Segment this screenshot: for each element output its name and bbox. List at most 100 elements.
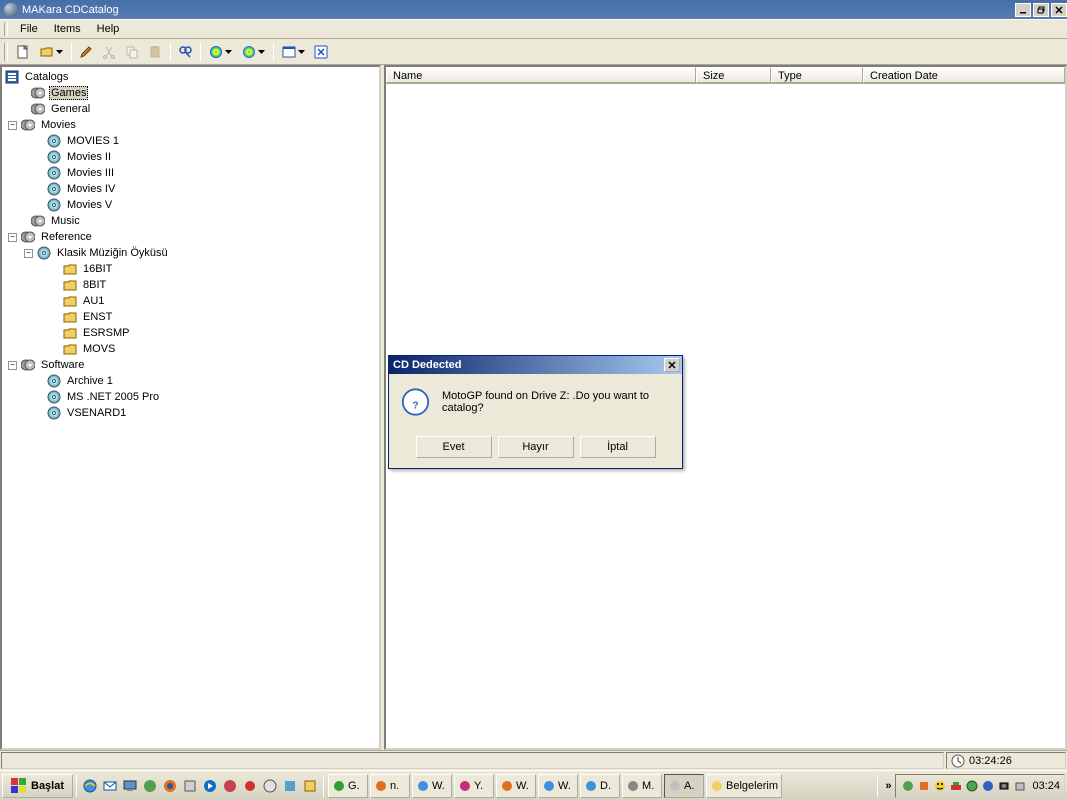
tree-movies4[interactable]: Movies IV — [65, 182, 117, 196]
ql-app3-icon[interactable] — [221, 777, 239, 795]
column-headers: Name Size Type Creation Date — [386, 67, 1065, 84]
tree-8bit[interactable]: 8BIT — [81, 278, 108, 292]
dialog-titlebar[interactable]: CD Dedected — [389, 356, 682, 374]
tree-movies3[interactable]: Movies III — [65, 166, 116, 180]
tray-icon[interactable] — [997, 779, 1011, 793]
tree-movies[interactable]: Movies — [39, 118, 78, 132]
delete-button[interactable] — [310, 41, 332, 63]
tray-icon[interactable] — [933, 779, 947, 793]
task-button[interactable]: M. — [622, 774, 662, 798]
restore-button[interactable] — [1033, 3, 1049, 17]
ql-app1-icon[interactable] — [141, 777, 159, 795]
task-app-icon — [584, 779, 598, 793]
expander-collapse-icon[interactable]: − — [8, 233, 17, 242]
tray-icon[interactable] — [901, 779, 915, 793]
task-button[interactable]: W. — [496, 774, 536, 798]
toolbar-grip[interactable] — [4, 43, 8, 61]
dialog-cancel-button[interactable]: İptal — [580, 436, 656, 458]
task-app-icon — [416, 779, 430, 793]
open-button[interactable] — [35, 41, 67, 63]
menu-help[interactable]: Help — [89, 21, 128, 37]
tree-enst[interactable]: ENST — [81, 310, 114, 324]
ql-outlook-icon[interactable] — [101, 777, 119, 795]
dialog-no-button[interactable]: Hayır — [498, 436, 574, 458]
close-button[interactable] — [1051, 3, 1067, 17]
tree-au1[interactable]: AU1 — [81, 294, 106, 308]
tree-software[interactable]: Software — [39, 358, 86, 372]
tree-archive1[interactable]: Archive 1 — [65, 374, 115, 388]
menubar-grip[interactable] — [4, 22, 8, 36]
ql-ie-icon[interactable] — [81, 777, 99, 795]
ql-app5-icon[interactable] — [281, 777, 299, 795]
tray-icon[interactable] — [965, 779, 979, 793]
ql-record-icon[interactable] — [241, 777, 259, 795]
task-app-icon — [542, 779, 556, 793]
tree-vsenard[interactable]: VSENARD1 — [65, 406, 128, 420]
status-panel-time: 03:24:26 — [946, 752, 1066, 769]
tree-reference[interactable]: Reference — [39, 230, 94, 244]
titlebar: MAKara CDCatalog — [0, 0, 1067, 19]
tree-music[interactable]: Music — [49, 214, 82, 228]
task-button[interactable]: W. — [412, 774, 452, 798]
tray-icon[interactable] — [949, 779, 963, 793]
tree-general[interactable]: General — [49, 102, 92, 116]
tree-esrsmp[interactable]: ESRSMP — [81, 326, 131, 340]
folder-icon — [62, 278, 78, 292]
copy-button[interactable] — [121, 41, 143, 63]
window-toggle-button[interactable] — [277, 41, 309, 63]
ql-firefox-icon[interactable] — [161, 777, 179, 795]
column-size[interactable]: Size — [696, 67, 771, 83]
taskbar-chevron[interactable]: » — [881, 780, 895, 792]
tree-msnet[interactable]: MS .NET 2005 Pro — [65, 390, 161, 404]
column-type[interactable]: Type — [771, 67, 863, 83]
colorwheel2-button[interactable] — [237, 41, 269, 63]
column-name[interactable]: Name — [386, 67, 696, 83]
tray-icon[interactable] — [917, 779, 931, 793]
find-button[interactable] — [174, 41, 196, 63]
ql-media-icon[interactable] — [201, 777, 219, 795]
edit-button[interactable] — [75, 41, 97, 63]
menu-file[interactable]: File — [12, 21, 46, 37]
folder-icon — [62, 294, 78, 308]
tree-games[interactable]: Games — [49, 86, 88, 100]
tree-klasik[interactable]: Klasik Müziğin Öyküsü — [55, 246, 170, 260]
task-label: M. — [642, 780, 654, 792]
dialog-yes-button[interactable]: Evet — [416, 436, 492, 458]
cut-button[interactable] — [98, 41, 120, 63]
tree-16bit[interactable]: 16BIT — [81, 262, 114, 276]
tray-icon[interactable] — [981, 779, 995, 793]
expander-collapse-icon[interactable]: − — [24, 249, 33, 258]
expander-collapse-icon[interactable]: − — [8, 361, 17, 370]
dialog-close-button[interactable] — [664, 358, 680, 372]
task-button[interactable]: Y. — [454, 774, 494, 798]
ql-app4-icon[interactable] — [261, 777, 279, 795]
start-button[interactable]: Başlat — [2, 774, 73, 798]
colorwheel1-button[interactable] — [204, 41, 236, 63]
ql-app6-icon[interactable] — [301, 777, 319, 795]
new-button[interactable] — [12, 41, 34, 63]
task-button[interactable]: n. — [370, 774, 410, 798]
paste-button[interactable] — [144, 41, 166, 63]
task-button[interactable]: G. — [328, 774, 368, 798]
tree-pane[interactable]: Catalogs Games General − Movies MOVIES 1… — [0, 65, 381, 750]
tree-movs[interactable]: MOVS — [81, 342, 117, 356]
task-button[interactable]: D. — [580, 774, 620, 798]
tray-clock[interactable]: 03:24 — [1032, 780, 1060, 792]
windows-flag-icon — [11, 778, 27, 794]
expander-collapse-icon[interactable]: − — [8, 121, 17, 130]
task-button[interactable]: Belgelerim — [706, 774, 782, 798]
dialog-message: MotoGP found on Drive Z: .Do you want to… — [442, 390, 670, 414]
tree-movies5[interactable]: Movies V — [65, 198, 114, 212]
ql-app2-icon[interactable] — [181, 777, 199, 795]
minimize-button[interactable] — [1015, 3, 1031, 17]
task-label: Y. — [474, 780, 483, 792]
column-creation[interactable]: Creation Date — [863, 67, 1065, 83]
menu-items[interactable]: Items — [46, 21, 89, 37]
tree-movies1[interactable]: MOVIES 1 — [65, 134, 121, 148]
tree-movies2[interactable]: Movies II — [65, 150, 113, 164]
tray-icon[interactable] — [1013, 779, 1027, 793]
ql-desktop-icon[interactable] — [121, 777, 139, 795]
tree-root[interactable]: Catalogs — [23, 70, 70, 84]
task-button[interactable]: A. — [664, 774, 704, 798]
task-button[interactable]: W. — [538, 774, 578, 798]
